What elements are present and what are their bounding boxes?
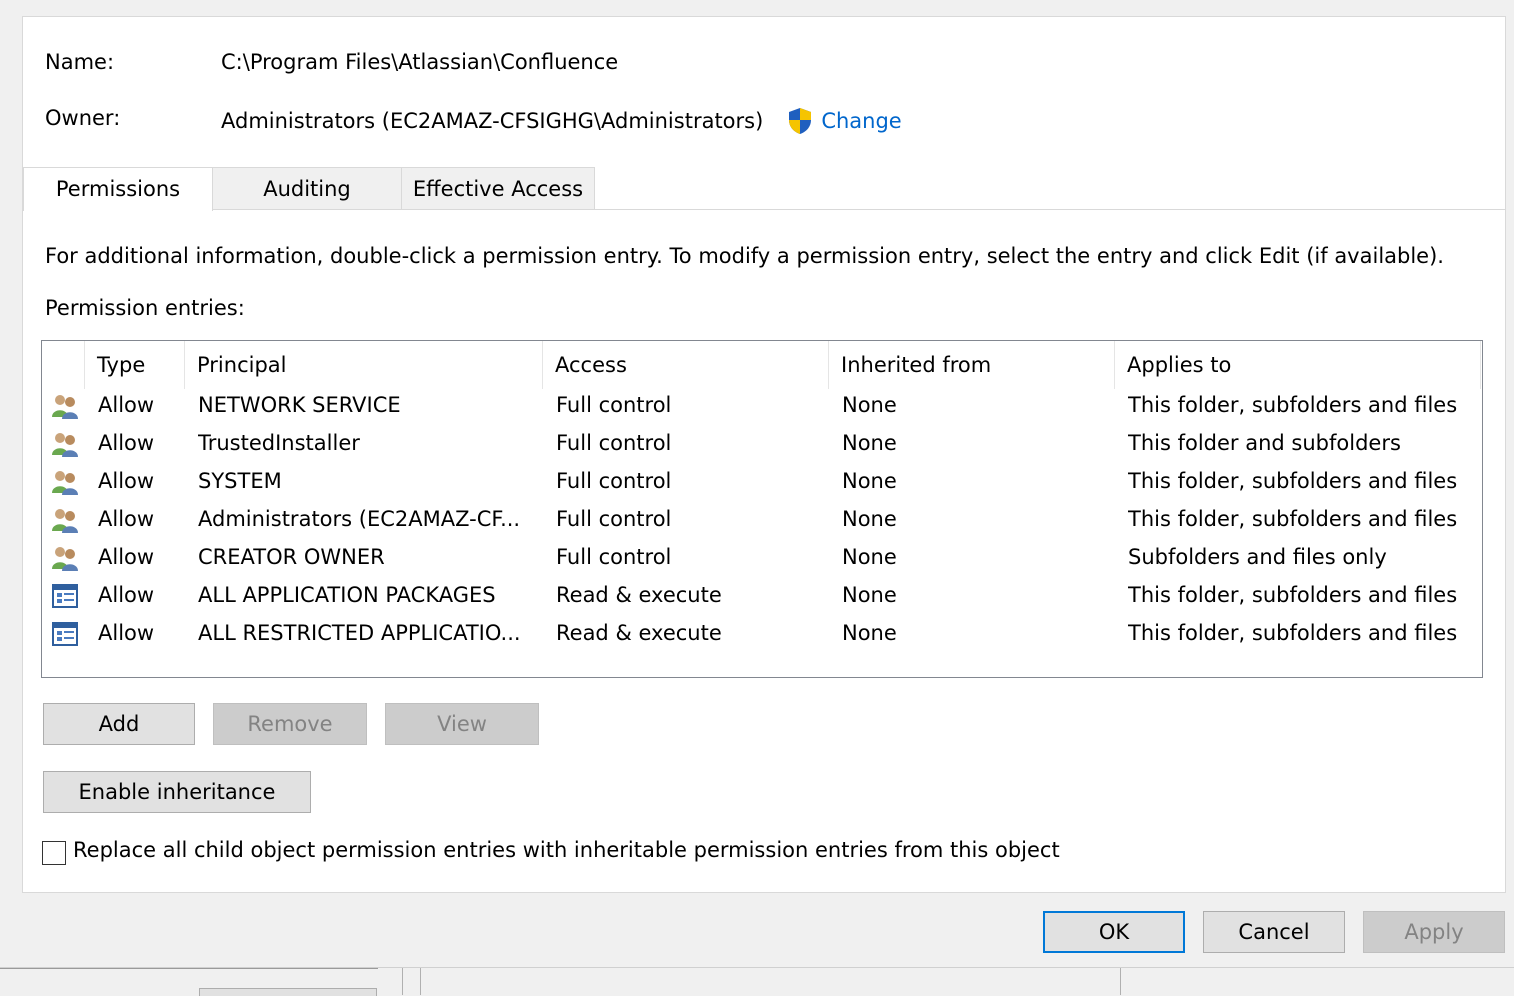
cell-access: Read & execute	[556, 621, 722, 645]
cell-applies-to: This folder, subfolders and files	[1128, 393, 1458, 417]
tab-effective-access[interactable]: Effective Access	[401, 167, 595, 209]
cell-applies-to: This folder, subfolders and files	[1128, 469, 1458, 493]
owner-label: Owner:	[45, 106, 121, 130]
cell-type: Allow	[98, 431, 155, 455]
table-row[interactable]: Allow ALL APPLICATION PACKAGES Read & ex…	[42, 579, 1482, 617]
ok-button[interactable]: OK	[1043, 911, 1185, 953]
enable-inheritance-button[interactable]: Enable inheritance	[43, 771, 311, 813]
tab-auditing[interactable]: Auditing	[212, 167, 402, 209]
app-package-icon	[50, 583, 80, 611]
cell-type: Allow	[98, 545, 155, 569]
underlying-divider	[0, 968, 378, 969]
replace-child-permissions-checkbox[interactable]	[42, 841, 66, 865]
cell-applies-to: This folder and subfolders	[1128, 431, 1401, 455]
users-icon	[50, 431, 80, 459]
cell-type: Allow	[98, 469, 155, 493]
column-header-applies-to[interactable]: Applies to	[1115, 341, 1481, 389]
table-row[interactable]: Allow NETWORK SERVICE Full control None …	[42, 389, 1482, 427]
cell-access: Full control	[556, 469, 672, 493]
cell-type: Allow	[98, 393, 155, 417]
cell-principal: SYSTEM	[198, 469, 282, 493]
info-text: For additional information, double-click…	[45, 244, 1444, 268]
table-row[interactable]: Allow ALL RESTRICTED APPLICATIO... Read …	[42, 617, 1482, 655]
users-icon	[50, 469, 80, 497]
users-icon	[50, 545, 80, 573]
table-row[interactable]: Allow Administrators (EC2AMAZ-CF... Full…	[42, 503, 1482, 541]
permission-entries-list[interactable]: Type Principal Access Inherited from App…	[41, 340, 1483, 678]
cell-access: Full control	[556, 393, 672, 417]
replace-child-permissions-label[interactable]: Replace all child object permission entr…	[73, 838, 1060, 862]
column-header-icon	[42, 341, 85, 389]
name-value: C:\Program Files\Atlassian\Confluence	[221, 50, 619, 74]
cell-principal: CREATOR OWNER	[198, 545, 385, 569]
cell-applies-to: Subfolders and files only	[1128, 545, 1387, 569]
column-header-principal[interactable]: Principal	[185, 341, 543, 389]
app-package-icon	[50, 621, 80, 649]
cell-access: Full control	[556, 507, 672, 531]
underlying-button-edge	[199, 988, 377, 996]
permission-entries-label: Permission entries:	[45, 296, 245, 320]
remove-button[interactable]: Remove	[213, 703, 367, 745]
cell-access: Read & execute	[556, 583, 722, 607]
cell-applies-to: This folder, subfolders and files	[1128, 507, 1458, 531]
cell-type: Allow	[98, 583, 155, 607]
tab-divider	[212, 209, 1506, 210]
apply-button[interactable]: Apply	[1363, 911, 1505, 953]
owner-value: Administrators (EC2AMAZ-CFSIGHG\Administ…	[221, 109, 764, 133]
cell-inherited-from: None	[842, 469, 897, 493]
column-header-inherited-from[interactable]: Inherited from	[829, 341, 1115, 389]
underlying-divider	[402, 968, 403, 995]
column-header-type[interactable]: Type	[85, 341, 185, 389]
cell-inherited-from: None	[842, 507, 897, 531]
table-row[interactable]: Allow TrustedInstaller Full control None…	[42, 427, 1482, 465]
column-header-access[interactable]: Access	[543, 341, 829, 389]
cell-type: Allow	[98, 621, 155, 645]
cell-principal: ALL RESTRICTED APPLICATIO...	[198, 621, 521, 645]
cell-applies-to: This folder, subfolders and files	[1128, 583, 1458, 607]
cell-inherited-from: None	[842, 621, 897, 645]
users-icon	[50, 393, 80, 421]
uac-shield-icon	[785, 106, 815, 136]
cell-principal: ALL APPLICATION PACKAGES	[198, 583, 496, 607]
underlying-window-strip	[0, 967, 1514, 996]
cell-principal: Administrators (EC2AMAZ-CF...	[198, 507, 521, 531]
cell-type: Allow	[98, 507, 155, 531]
view-button[interactable]: View	[385, 703, 539, 745]
cell-applies-to: This folder, subfolders and files	[1128, 621, 1458, 645]
underlying-divider	[420, 968, 421, 995]
owner-row: Administrators (EC2AMAZ-CFSIGHG\Administ…	[221, 106, 902, 136]
cell-access: Full control	[556, 545, 672, 569]
underlying-divider	[1120, 968, 1121, 995]
cell-access: Full control	[556, 431, 672, 455]
add-button[interactable]: Add	[43, 703, 195, 745]
cell-inherited-from: None	[842, 583, 897, 607]
cell-inherited-from: None	[842, 393, 897, 417]
table-row[interactable]: Allow CREATOR OWNER Full control None Su…	[42, 541, 1482, 579]
table-row[interactable]: Allow SYSTEM Full control None This fold…	[42, 465, 1482, 503]
cell-principal: TrustedInstaller	[198, 431, 360, 455]
change-owner-link[interactable]: Change	[821, 109, 901, 133]
name-label: Name:	[45, 50, 115, 74]
cancel-button[interactable]: Cancel	[1203, 911, 1345, 953]
cell-principal: NETWORK SERVICE	[198, 393, 401, 417]
cell-inherited-from: None	[842, 545, 897, 569]
users-icon	[50, 507, 80, 535]
tab-permissions[interactable]: Permissions	[23, 167, 213, 211]
cell-inherited-from: None	[842, 431, 897, 455]
